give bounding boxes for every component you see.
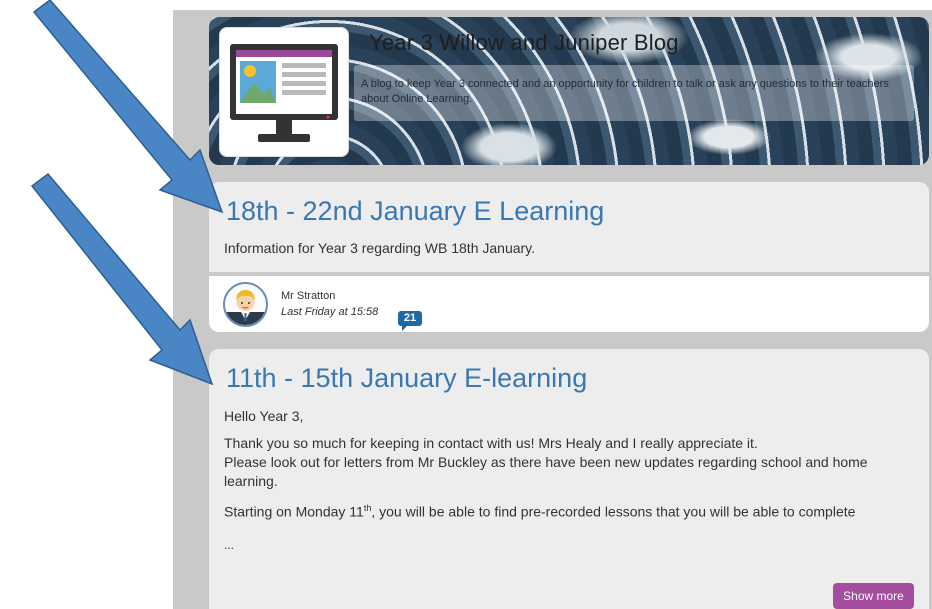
post-paragraph: Thank you so much for keeping in contact… <box>224 434 914 491</box>
post-greeting: Hello Year 3, <box>224 408 304 424</box>
post-paragraph: Starting on Monday 11th, you will be abl… <box>224 499 914 522</box>
post-card[interactable]: 18th - 22nd January E Learning Informati… <box>209 182 929 272</box>
show-more-button[interactable]: Show more <box>833 583 914 609</box>
comment-count-badge[interactable]: 21 <box>398 311 422 331</box>
post-ellipsis: ... <box>224 537 235 552</box>
post-timestamp: Last Friday at 15:58 <box>281 306 379 318</box>
post-text: Please look out for letters from Mr Buck… <box>224 454 868 489</box>
post-text: Starting on Monday 11 <box>224 503 364 520</box>
annotation-arrow <box>30 0 224 386</box>
post-author-bar: Mr Stratton Last Friday at 15:58 21 <box>209 276 929 332</box>
post-title-link[interactable]: 11th - 15th January E-learning <box>226 363 587 394</box>
post-body: Hello Year 3, Thank you so much for keep… <box>224 407 914 563</box>
post-summary: Information for Year 3 regarding WB 18th… <box>224 240 536 256</box>
post-text: , you will be able to find pre-recorded … <box>371 503 856 520</box>
author-name[interactable]: Mr Stratton <box>281 290 335 302</box>
post-text: Thank you so much for keeping in contact… <box>224 435 758 451</box>
blog-description: A blog to keep Year 3 connected and an o… <box>361 78 889 105</box>
blog-title: Year 3 Willow and Juniper Blog <box>369 30 679 55</box>
post-card[interactable]: 11th - 15th January E-learning Hello Yea… <box>209 349 929 609</box>
post-title-link[interactable]: 18th - 22nd January E Learning <box>226 196 604 227</box>
